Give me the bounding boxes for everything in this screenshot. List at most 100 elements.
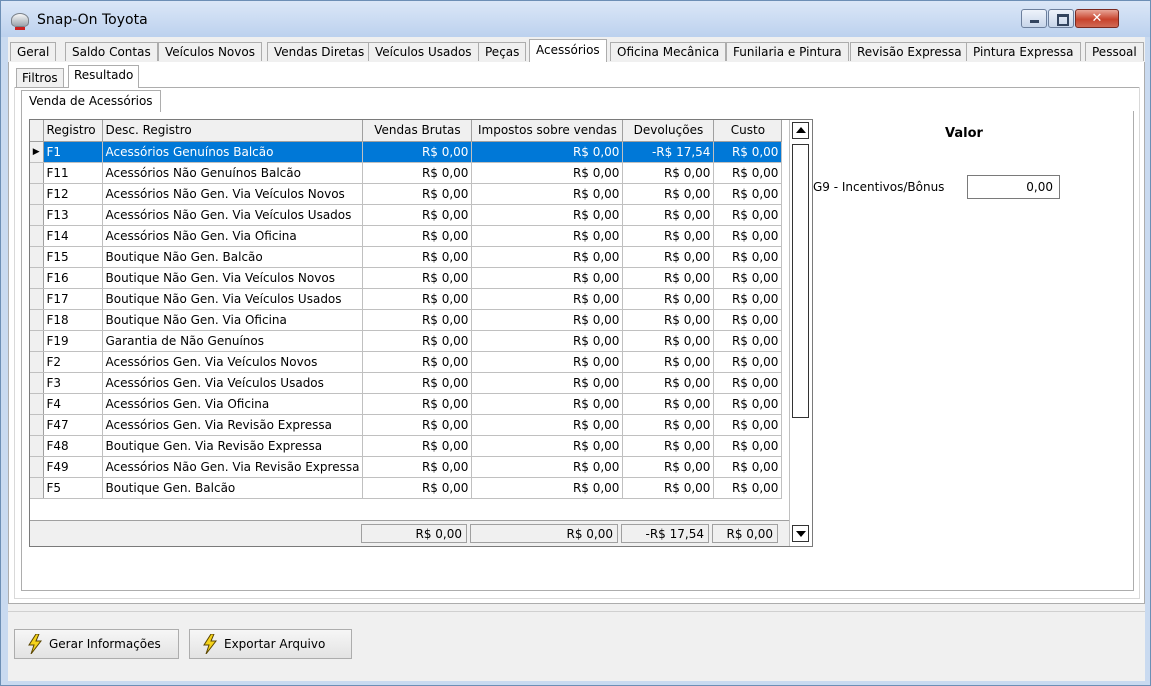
cell-impostos[interactable]: R$ 0,00 xyxy=(471,351,624,373)
title-bar[interactable]: Snap-On Toyota ✕ xyxy=(1,1,1150,37)
cell-custo[interactable]: R$ 0,00 xyxy=(713,477,783,499)
cell-impostos[interactable]: R$ 0,00 xyxy=(471,162,624,184)
cell-impostos[interactable]: R$ 0,00 xyxy=(471,141,624,163)
cell-impostos[interactable]: R$ 0,00 xyxy=(471,372,624,394)
cell-desc-registro[interactable]: Boutique Não Gen. Via Oficina xyxy=(102,309,364,331)
table-row[interactable]: ▶ F1 Acessórios Genuínos Balcão R$ 0,00 R$ 0… xyxy=(30,141,783,163)
close-button[interactable]: ✕ xyxy=(1075,9,1119,28)
cell-desc-registro[interactable]: Acessórios Genuínos Balcão xyxy=(102,141,364,163)
current-row-indicator-icon[interactable]: ▶ xyxy=(30,141,44,163)
table-row[interactable]: F18 Boutique Não Gen. Via Oficina R$ 0,00 R… xyxy=(30,309,783,331)
cell-devolucoes[interactable]: R$ 0,00 xyxy=(622,456,715,478)
cell-desc-registro[interactable]: Boutique Gen. Via Revisão Expressa xyxy=(102,435,364,457)
cell-registro[interactable]: F15 xyxy=(43,246,103,268)
cell-custo[interactable]: R$ 0,00 xyxy=(713,183,783,205)
cell-custo[interactable]: R$ 0,00 xyxy=(713,141,783,163)
exportar-arquivo-button[interactable]: Exportar Arquivo xyxy=(189,629,352,659)
cell-devolucoes[interactable]: R$ 0,00 xyxy=(622,225,715,247)
cell-desc-registro[interactable]: Acessórios Gen. Via Veículos Novos xyxy=(102,351,364,373)
cell-vendas-brutas[interactable]: R$ 0,00 xyxy=(362,330,473,352)
tab-funilaria-e-pintura[interactable]: Funilaria e Pintura xyxy=(726,42,849,61)
cell-vendas-brutas[interactable]: R$ 0,00 xyxy=(362,477,473,499)
cell-impostos[interactable]: R$ 0,00 xyxy=(471,435,624,457)
column-header-impostos[interactable]: Impostos sobre vendas xyxy=(471,120,624,142)
cell-devolucoes[interactable]: R$ 0,00 xyxy=(622,204,715,226)
cell-registro[interactable]: F2 xyxy=(43,351,103,373)
g9-incentivos-input[interactable] xyxy=(967,175,1060,199)
cell-devolucoes[interactable]: R$ 0,00 xyxy=(622,246,715,268)
table-row[interactable]: F12 Acessórios Não Gen. Via Veículos Novo… xyxy=(30,183,783,205)
table-row[interactable]: F2 Acessórios Gen. Via Veículos Novos R$ 0… xyxy=(30,351,783,373)
tab-pessoal[interactable]: Pessoal xyxy=(1085,42,1144,61)
table-row[interactable]: F19 Garantia de Não Genuínos R$ 0,00 R$ 0,0… xyxy=(30,330,783,352)
row-indicator[interactable] xyxy=(30,435,44,457)
row-indicator[interactable] xyxy=(30,183,44,205)
row-indicator[interactable] xyxy=(30,372,44,394)
cell-devolucoes[interactable]: R$ 0,00 xyxy=(622,393,715,415)
tab-geral[interactable]: Geral xyxy=(10,42,57,61)
row-indicator[interactable] xyxy=(30,225,44,247)
gerar-informacoes-button[interactable]: Gerar Informações xyxy=(14,629,179,659)
cell-custo[interactable]: R$ 0,00 xyxy=(713,204,783,226)
row-indicator[interactable] xyxy=(30,393,44,415)
cell-registro[interactable]: F11 xyxy=(43,162,103,184)
row-indicator[interactable] xyxy=(30,204,44,226)
cell-desc-registro[interactable]: Garantia de Não Genuínos xyxy=(102,330,364,352)
cell-registro[interactable]: F47 xyxy=(43,414,103,436)
cell-vendas-brutas[interactable]: R$ 0,00 xyxy=(362,393,473,415)
tab-filtros[interactable]: Filtros xyxy=(16,68,64,87)
row-indicator[interactable] xyxy=(30,309,44,331)
cell-desc-registro[interactable]: Boutique Não Gen. Via Veículos Novos xyxy=(102,267,364,289)
cell-desc-registro[interactable]: Acessórios Gen. Via Oficina xyxy=(102,393,364,415)
cell-devolucoes[interactable]: R$ 0,00 xyxy=(622,267,715,289)
column-header-custo[interactable]: Custo xyxy=(713,120,783,142)
cell-desc-registro[interactable]: Acessórios Gen. Via Revisão Expressa xyxy=(102,414,364,436)
cell-impostos[interactable]: R$ 0,00 xyxy=(471,477,624,499)
cell-devolucoes[interactable]: R$ 0,00 xyxy=(622,162,715,184)
table-row[interactable]: F11 Acessórios Não Genuínos Balcão R$ 0,00… xyxy=(30,162,783,184)
cell-registro[interactable]: F13 xyxy=(43,204,103,226)
tab-oficina-mecanica[interactable]: Oficina Mecânica xyxy=(610,42,727,61)
cell-desc-registro[interactable]: Boutique Não Gen. Via Veículos Usados xyxy=(102,288,364,310)
cell-impostos[interactable]: R$ 0,00 xyxy=(471,330,624,352)
table-row[interactable]: F49 Acessórios Não Gen. Via Revisão Expre… xyxy=(30,456,783,478)
table-row[interactable]: F16 Boutique Não Gen. Via Veículos Novos R… xyxy=(30,267,783,289)
cell-impostos[interactable]: R$ 0,00 xyxy=(471,414,624,436)
cell-devolucoes[interactable]: R$ 0,00 xyxy=(622,435,715,457)
cell-registro[interactable]: F19 xyxy=(43,330,103,352)
cell-impostos[interactable]: R$ 0,00 xyxy=(471,309,624,331)
cell-devolucoes[interactable]: R$ 0,00 xyxy=(622,351,715,373)
cell-devolucoes[interactable]: R$ 0,00 xyxy=(622,309,715,331)
column-header-registro[interactable]: Registro xyxy=(43,120,103,142)
cell-impostos[interactable]: R$ 0,00 xyxy=(471,393,624,415)
table-row[interactable]: F17 Boutique Não Gen. Via Veículos Usados… xyxy=(30,288,783,310)
column-header-desc-registro[interactable]: Desc. Registro xyxy=(102,120,364,142)
cell-vendas-brutas[interactable]: R$ 0,00 xyxy=(362,183,473,205)
tab-veiculos-usados[interactable]: Veículos Usados xyxy=(368,42,479,61)
tab-acessorios[interactable]: Acessórios xyxy=(529,39,607,62)
cell-registro[interactable]: F16 xyxy=(43,267,103,289)
results-grid[interactable]: Registro Desc. Registro Vendas Brutas Im… xyxy=(29,119,813,547)
cell-vendas-brutas[interactable]: R$ 0,00 xyxy=(362,162,473,184)
cell-custo[interactable]: R$ 0,00 xyxy=(713,456,783,478)
cell-devolucoes[interactable]: -R$ 17,54 xyxy=(622,141,715,163)
cell-vendas-brutas[interactable]: R$ 0,00 xyxy=(362,204,473,226)
cell-custo[interactable]: R$ 0,00 xyxy=(713,330,783,352)
cell-custo[interactable]: R$ 0,00 xyxy=(713,393,783,415)
cell-impostos[interactable]: R$ 0,00 xyxy=(471,225,624,247)
cell-registro[interactable]: F1 xyxy=(43,141,103,163)
cell-custo[interactable]: R$ 0,00 xyxy=(713,372,783,394)
cell-devolucoes[interactable]: R$ 0,00 xyxy=(622,414,715,436)
cell-desc-registro[interactable]: Acessórios Não Gen. Via Veículos Novos xyxy=(102,183,364,205)
cell-custo[interactable]: R$ 0,00 xyxy=(713,288,783,310)
cell-vendas-brutas[interactable]: R$ 0,00 xyxy=(362,246,473,268)
cell-vendas-brutas[interactable]: R$ 0,00 xyxy=(362,414,473,436)
cell-devolucoes[interactable]: R$ 0,00 xyxy=(622,183,715,205)
cell-custo[interactable]: R$ 0,00 xyxy=(713,225,783,247)
column-header-devolucoes[interactable]: Devoluções xyxy=(622,120,715,142)
cell-vendas-brutas[interactable]: R$ 0,00 xyxy=(362,267,473,289)
cell-custo[interactable]: R$ 0,00 xyxy=(713,351,783,373)
cell-impostos[interactable]: R$ 0,00 xyxy=(471,246,624,268)
scroll-up-button[interactable] xyxy=(792,122,809,139)
cell-impostos[interactable]: R$ 0,00 xyxy=(471,183,624,205)
